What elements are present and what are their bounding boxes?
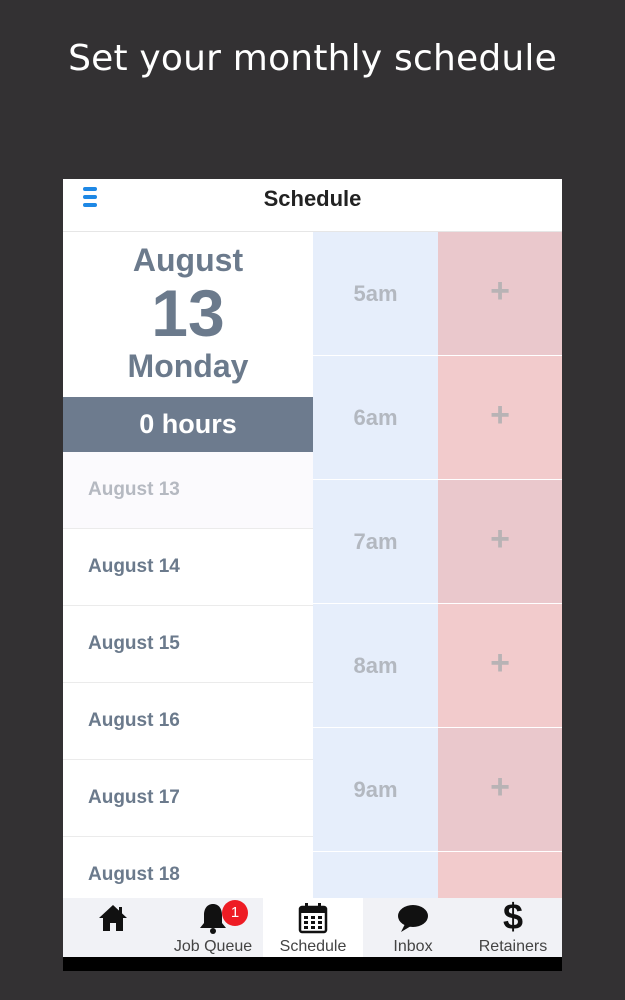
day-item-august-14[interactable]: August 14 bbox=[63, 529, 313, 606]
selected-day-number: 13 bbox=[151, 276, 225, 350]
time-column: 5am 6am 7am 8am 9am bbox=[313, 232, 438, 898]
day-list: August 13 August 14 August 15 August 16 … bbox=[63, 452, 313, 914]
nav-schedule[interactable]: Schedule bbox=[263, 898, 363, 957]
nav-retainers[interactable]: $ Retainers bbox=[463, 896, 562, 957]
nav-schedule-label: Schedule bbox=[279, 938, 347, 955]
add-slot-5am-button[interactable]: + bbox=[438, 232, 562, 356]
time-slot-7am: 7am bbox=[313, 480, 438, 604]
dollar-icon: $ bbox=[502, 896, 524, 937]
job-queue-badge: 1 bbox=[222, 900, 248, 926]
day-item-august-16[interactable]: August 16 bbox=[63, 683, 313, 760]
nav-job-queue-label: Job Queue bbox=[173, 938, 253, 955]
time-slot-8am: 8am bbox=[313, 604, 438, 728]
add-slot-column: + + + + + bbox=[438, 232, 562, 971]
day-item-august-17[interactable]: August 17 bbox=[63, 760, 313, 837]
selected-weekday: Monday bbox=[127, 348, 249, 384]
selected-month: August bbox=[132, 242, 244, 278]
app-header: Schedule bbox=[63, 179, 562, 232]
page-title: Schedule bbox=[263, 186, 362, 211]
time-slot-9am: 9am bbox=[313, 728, 438, 852]
add-slot-7am-button[interactable]: + bbox=[438, 480, 562, 604]
chat-bubble-icon bbox=[398, 905, 428, 932]
date-panel: August 13 Monday 0 hours August 13 Augus… bbox=[63, 232, 313, 914]
add-slot-6am-button[interactable]: + bbox=[438, 356, 562, 480]
hours-total: 0 hours bbox=[63, 397, 313, 452]
phone-screen: Schedule August 13 Monday 0 hours August… bbox=[63, 179, 562, 971]
nav-inbox[interactable]: Inbox bbox=[363, 898, 463, 957]
nav-inbox-label: Inbox bbox=[393, 938, 433, 955]
calendar-icon bbox=[298, 903, 328, 934]
time-slot-6am: 6am bbox=[313, 356, 438, 480]
day-item-august-13[interactable]: August 13 bbox=[63, 452, 313, 529]
time-slot-5am: 5am bbox=[313, 232, 438, 356]
nav-home[interactable] bbox=[63, 898, 163, 957]
promo-title: Set your monthly schedule bbox=[68, 38, 557, 79]
system-bar bbox=[63, 957, 562, 971]
bottom-nav: 1 Job Queue Schedule Inbox $ Retainers bbox=[63, 896, 562, 957]
add-slot-8am-button[interactable]: + bbox=[438, 604, 562, 728]
nav-retainers-label: Retainers bbox=[478, 938, 548, 955]
add-slot-9am-button[interactable]: + bbox=[438, 728, 562, 852]
nav-job-queue[interactable]: 1 Job Queue bbox=[163, 898, 263, 957]
day-item-august-15[interactable]: August 15 bbox=[63, 606, 313, 683]
selected-date: August 13 Monday bbox=[63, 232, 313, 397]
home-icon bbox=[99, 905, 127, 931]
